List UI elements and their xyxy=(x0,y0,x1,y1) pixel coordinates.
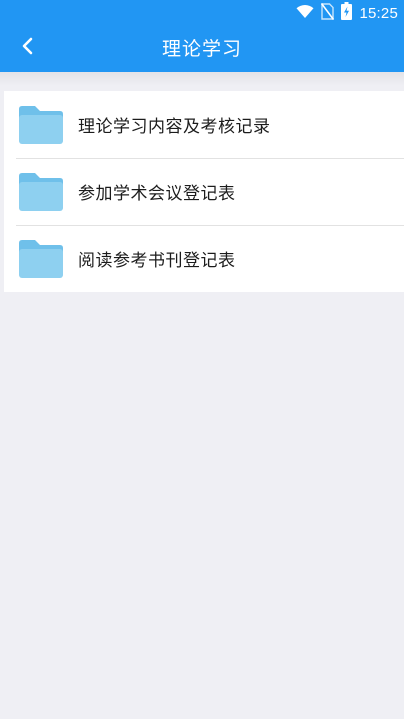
app-bar: 15:25 理论学习 xyxy=(0,0,404,72)
status-bar: 15:25 xyxy=(0,0,404,26)
folder-icon xyxy=(16,170,66,214)
chevron-left-icon xyxy=(21,37,35,59)
list-item-label: 阅读参考书刊登记表 xyxy=(78,251,236,271)
toolbar: 理论学习 xyxy=(0,26,404,72)
page-title: 理论学习 xyxy=(161,38,242,60)
folder-icon xyxy=(16,103,66,147)
status-time: 15:25 xyxy=(359,4,398,22)
list-item-label: 参加学术会议登记表 xyxy=(78,184,236,204)
folder-icon xyxy=(16,237,66,281)
folder-list: 理论学习内容及考核记录 参加学术会议登记表 阅读参考书刊登记表 xyxy=(4,91,404,292)
header-divider xyxy=(0,72,404,86)
list-item-reference-reading-form[interactable]: 阅读参考书刊登记表 xyxy=(4,225,404,292)
battery-charging-icon xyxy=(341,2,353,24)
back-button[interactable] xyxy=(10,30,46,66)
list-item-academic-conference-form[interactable]: 参加学术会议登记表 xyxy=(4,158,404,225)
list-item-label: 理论学习内容及考核记录 xyxy=(78,117,271,137)
list-item-theory-content-record[interactable]: 理论学习内容及考核记录 xyxy=(4,91,404,158)
no-sim-icon xyxy=(321,2,335,24)
wifi-icon xyxy=(296,4,314,23)
status-icons: 15:25 xyxy=(296,2,398,24)
